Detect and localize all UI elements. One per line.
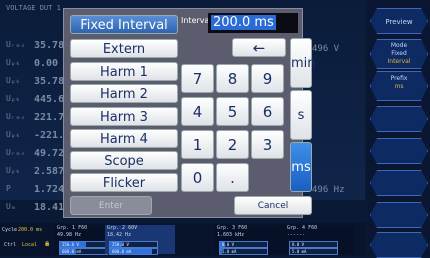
key-9[interactable]: 9 [251, 64, 284, 93]
group-title: Grp. 4 F60 [287, 225, 318, 231]
mode-extern-button[interactable]: Extern [70, 39, 178, 58]
empty-softkey[interactable] [370, 170, 428, 196]
status-bar: Cycle 200.0 ms Ctrl Local 🔒 Grp. 1 F60 49… [0, 223, 366, 256]
group-4-panel[interactable]: Grp. 4 F60 ------ 8.0 V 5.0 mA [285, 225, 355, 255]
background-row-label: Uₚₖ [6, 166, 21, 175]
group-measurement: 18.42 Hz [107, 232, 132, 238]
mode-softkey-sub: Interval [387, 58, 411, 65]
group-current-range: 600.0 mA [59, 248, 108, 255]
unit-min-button[interactable]: min [290, 38, 316, 88]
mode-harm2-button[interactable]: Harm 2 [70, 84, 178, 103]
background-row-label: Uₚₖ [6, 130, 21, 139]
background-row-label: P [6, 184, 11, 193]
unit-s-button[interactable]: s [290, 90, 312, 140]
prefix-softkey-title: Prefix [390, 75, 408, 82]
mode-scope-button[interactable]: Scope [70, 151, 178, 170]
unit-ms-button[interactable]: ms [290, 142, 312, 192]
current-range-label: 5.0 mA [292, 249, 307, 254]
group-title: Grp. 2 60V [107, 225, 138, 231]
empty-softkey[interactable] [370, 232, 428, 258]
key-4[interactable]: 4 [181, 97, 214, 126]
voltage-range-label: 250.0 V [112, 242, 129, 247]
voltage-range-label: 8.0 V [292, 242, 305, 247]
empty-softkey[interactable] [370, 202, 428, 228]
key-2[interactable]: 2 [216, 130, 249, 159]
empty-softkey[interactable] [370, 106, 428, 132]
ctrl-label: Ctrl [4, 242, 17, 248]
group-voltage-range: 8.0 V [219, 241, 268, 248]
empty-softkey[interactable] [370, 138, 428, 164]
group-2-panel[interactable]: Grp. 2 60V 18.42 Hz 250.0 V 600.0 mA [105, 225, 175, 255]
prefix-softkey[interactable]: Prefix ms [370, 71, 428, 101]
key-decimal[interactable]: . [216, 163, 249, 192]
key-7[interactable]: 7 [181, 64, 214, 93]
group-measurement: 49.98 Hz [57, 232, 82, 238]
enter-button[interactable]: Enter [70, 196, 152, 215]
background-row-label: Uᵣₘₛ [6, 148, 26, 157]
mode-softkey-title: Mode [390, 42, 408, 49]
mode-harm4-button[interactable]: Harm 4 [70, 129, 178, 148]
background-row-label: Uₚₖ [6, 76, 21, 85]
background-row-value: 49.72 [34, 148, 65, 159]
group-measurement: 1.603 kHz [217, 232, 245, 238]
key-6[interactable]: 6 [251, 97, 284, 126]
background-row-label: Uᵣₘₛ [6, 40, 26, 49]
view-header: VOLTAGE DUT 1 [6, 4, 61, 12]
mode-harm3-button[interactable]: Harm 3 [70, 107, 178, 126]
group-voltage-range: 250.0 V [109, 241, 158, 248]
interval-dialog: Fixed Interval Extern Harm 1 Harm 2 Harm… [63, 8, 316, 218]
ctrl-value: Local [22, 242, 38, 248]
mode-fixed-interval-button[interactable]: Fixed Interval [70, 15, 178, 34]
group-current-range: 600.0 mA [109, 248, 158, 255]
key-0[interactable]: 0 [181, 163, 214, 192]
mode-softkey[interactable]: Mode Fixed Interval [370, 39, 428, 69]
backspace-button[interactable]: ← [232, 38, 286, 57]
softkey-sidebar: Preview Mode Fixed Interval Prefix ms [367, 0, 430, 258]
background-row-value: 0.00 [34, 58, 59, 69]
key-3[interactable]: 3 [251, 130, 284, 159]
interval-input[interactable]: 200.0 ms [208, 13, 298, 33]
right-value: 496 V [312, 44, 340, 54]
lock-icon: 🔒 [44, 241, 51, 247]
group-current-range: 5.0 mA [289, 248, 338, 255]
background-row-value: 35.78 [34, 76, 65, 87]
mode-softkey-value: Fixed [391, 50, 407, 57]
background-row-label: Uₚₖ [6, 94, 21, 103]
background-row-label: Uᵣₘₛ [6, 112, 26, 121]
cycle-label: Cycle [2, 227, 18, 233]
group-title: Grp. 1 F60 [57, 225, 88, 231]
voltage-range-label: 8.0 V [222, 242, 235, 247]
preview-softkey[interactable]: Preview [370, 8, 428, 34]
key-8[interactable]: 8 [216, 64, 249, 93]
interval-value: 200.0 ms [211, 15, 276, 30]
group-voltage-range: 250.0 V [59, 241, 108, 248]
group-measurement: ------ [287, 232, 306, 238]
background-row-label: Uₘ [6, 202, 16, 211]
background-row-label: Uₚₖ [6, 58, 21, 67]
voltage-range-label: 250.0 V [62, 242, 79, 247]
mode-flicker-button[interactable]: Flicker [70, 173, 178, 192]
background-row-value: 35.78 [34, 40, 65, 51]
cancel-button[interactable]: Cancel [234, 196, 312, 215]
mode-harm1-button[interactable]: Harm 1 [70, 62, 178, 81]
key-5[interactable]: 5 [216, 97, 249, 126]
group-current-range: 5.0 mA [219, 248, 268, 255]
cycle-value: 200.0 ms [18, 227, 43, 233]
current-range-label: 600.0 mA [112, 249, 132, 254]
key-1[interactable]: 1 [181, 130, 214, 159]
current-range-label: 5.0 mA [222, 249, 237, 254]
group-voltage-range: 8.0 V [289, 241, 338, 248]
group-title: Grp. 3 F60 [217, 225, 248, 231]
right-value: 496 Hz [312, 185, 345, 195]
prefix-softkey-value: ms [394, 83, 404, 90]
current-range-label: 600.0 mA [62, 249, 82, 254]
group-3-panel[interactable]: Grp. 3 F60 1.603 kHz 8.0 V 5.0 mA [215, 225, 285, 255]
